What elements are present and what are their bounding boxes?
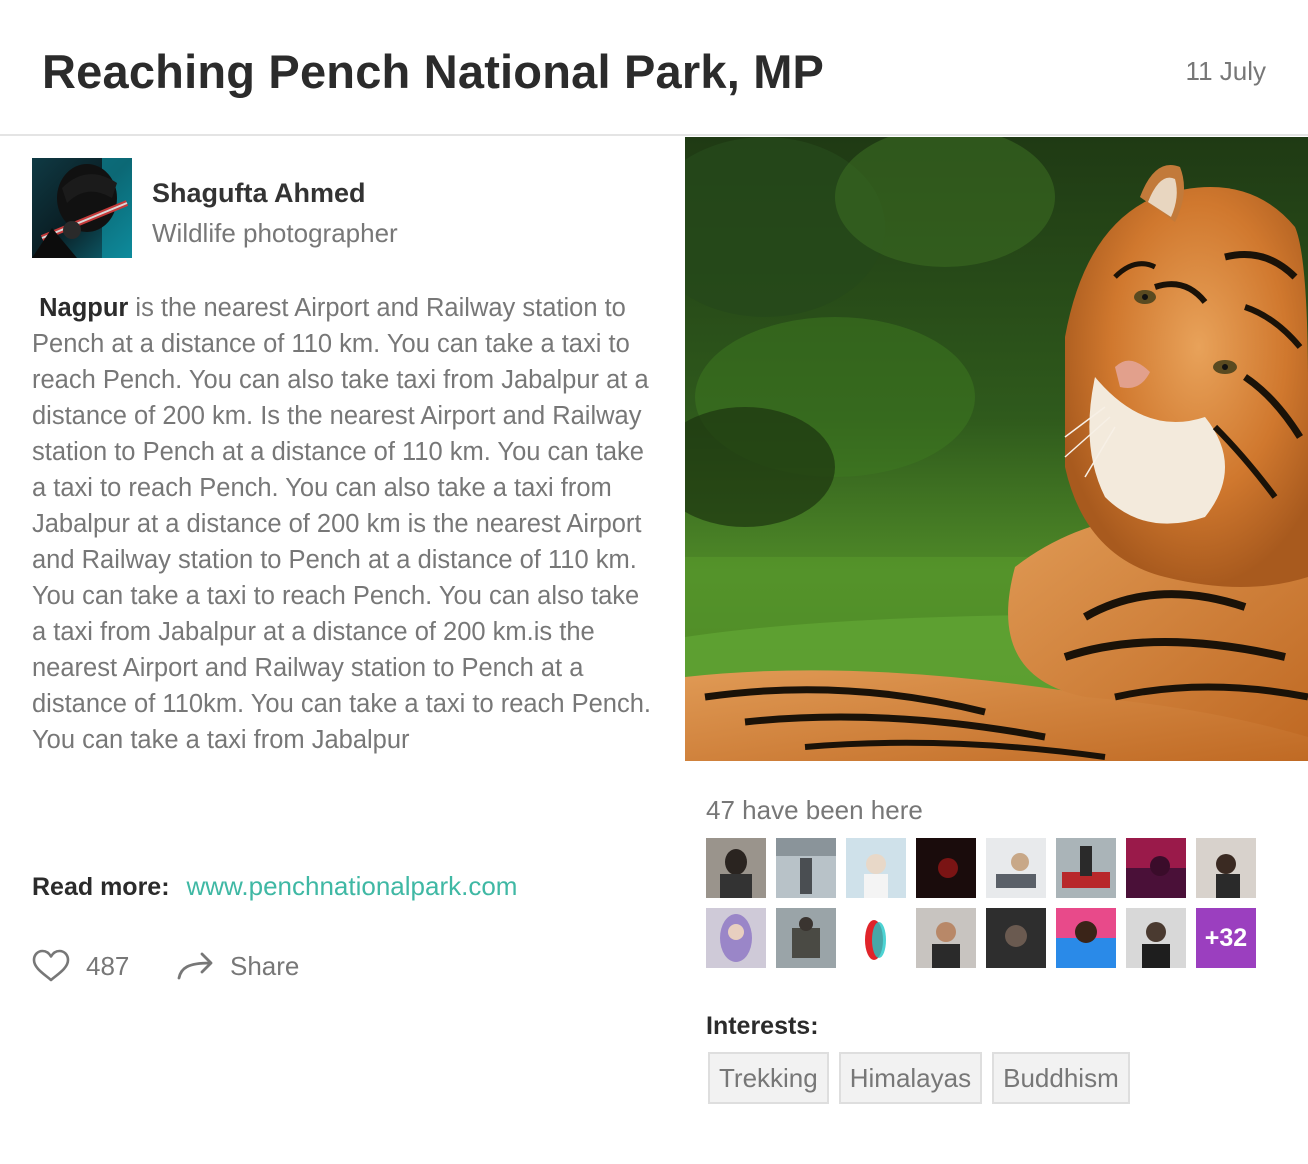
- visitor-avatar[interactable]: [1126, 908, 1186, 968]
- post-actions: 487 Share: [32, 946, 432, 986]
- like-count: 487: [86, 950, 130, 981]
- interest-tags: Trekking Himalayas Buddhism: [708, 1052, 1130, 1104]
- interests-label: Interests:: [706, 1012, 819, 1040]
- visitor-avatar[interactable]: [986, 838, 1046, 898]
- visitor-avatar[interactable]: [916, 838, 976, 898]
- author-role: Wildlife photographer: [152, 218, 398, 248]
- author-avatar[interactable]: [32, 158, 132, 258]
- post-date: 11 July: [1185, 56, 1266, 86]
- post-body-lead: Nagpur: [39, 294, 129, 322]
- visitor-avatar[interactable]: [916, 908, 976, 968]
- visitor-avatar[interactable]: [1126, 838, 1186, 898]
- post-body-text: is the nearest Airport and Railway stati…: [32, 294, 652, 754]
- interest-tag[interactable]: Himalayas: [838, 1052, 983, 1104]
- share-label: Share: [230, 950, 300, 981]
- more-visitors-badge[interactable]: +32: [1196, 908, 1256, 968]
- visitor-avatar[interactable]: [776, 838, 836, 898]
- interest-tag[interactable]: Trekking: [708, 1052, 829, 1104]
- visitor-avatar[interactable]: [706, 838, 766, 898]
- interest-tag[interactable]: Buddhism: [992, 1052, 1130, 1104]
- visitor-avatar[interactable]: [776, 908, 836, 968]
- like-button[interactable]: 487: [32, 946, 129, 986]
- tiger-photo: [685, 137, 1308, 761]
- heart-icon: [32, 949, 70, 982]
- author-name[interactable]: Shagufta Ahmed: [152, 178, 366, 209]
- post-body: Nagpur is the nearest Airport and Railwa…: [32, 290, 652, 758]
- post-title: Reaching Pench National Park, MP: [42, 45, 825, 98]
- read-more-link[interactable]: www.penchnationalpark.com: [187, 871, 518, 901]
- read-more: Read more: www.penchnationalpark.com: [32, 871, 517, 902]
- visitor-avatar[interactable]: [986, 908, 1046, 968]
- visitor-avatar[interactable]: [1196, 838, 1256, 898]
- post-header: Reaching Pench National Park, MP 11 July: [0, 0, 1308, 136]
- visitor-avatar[interactable]: [1056, 838, 1116, 898]
- read-more-label: Read more:: [32, 873, 170, 901]
- visitor-avatar[interactable]: [706, 908, 766, 968]
- visitors-label: 47 have been here: [706, 795, 923, 825]
- visitor-avatar[interactable]: [1056, 908, 1116, 968]
- visitor-avatar[interactable]: [846, 838, 906, 898]
- visitor-avatar[interactable]: [846, 908, 906, 968]
- share-button[interactable]: Share: [176, 946, 299, 986]
- share-arrow-icon: [177, 952, 213, 980]
